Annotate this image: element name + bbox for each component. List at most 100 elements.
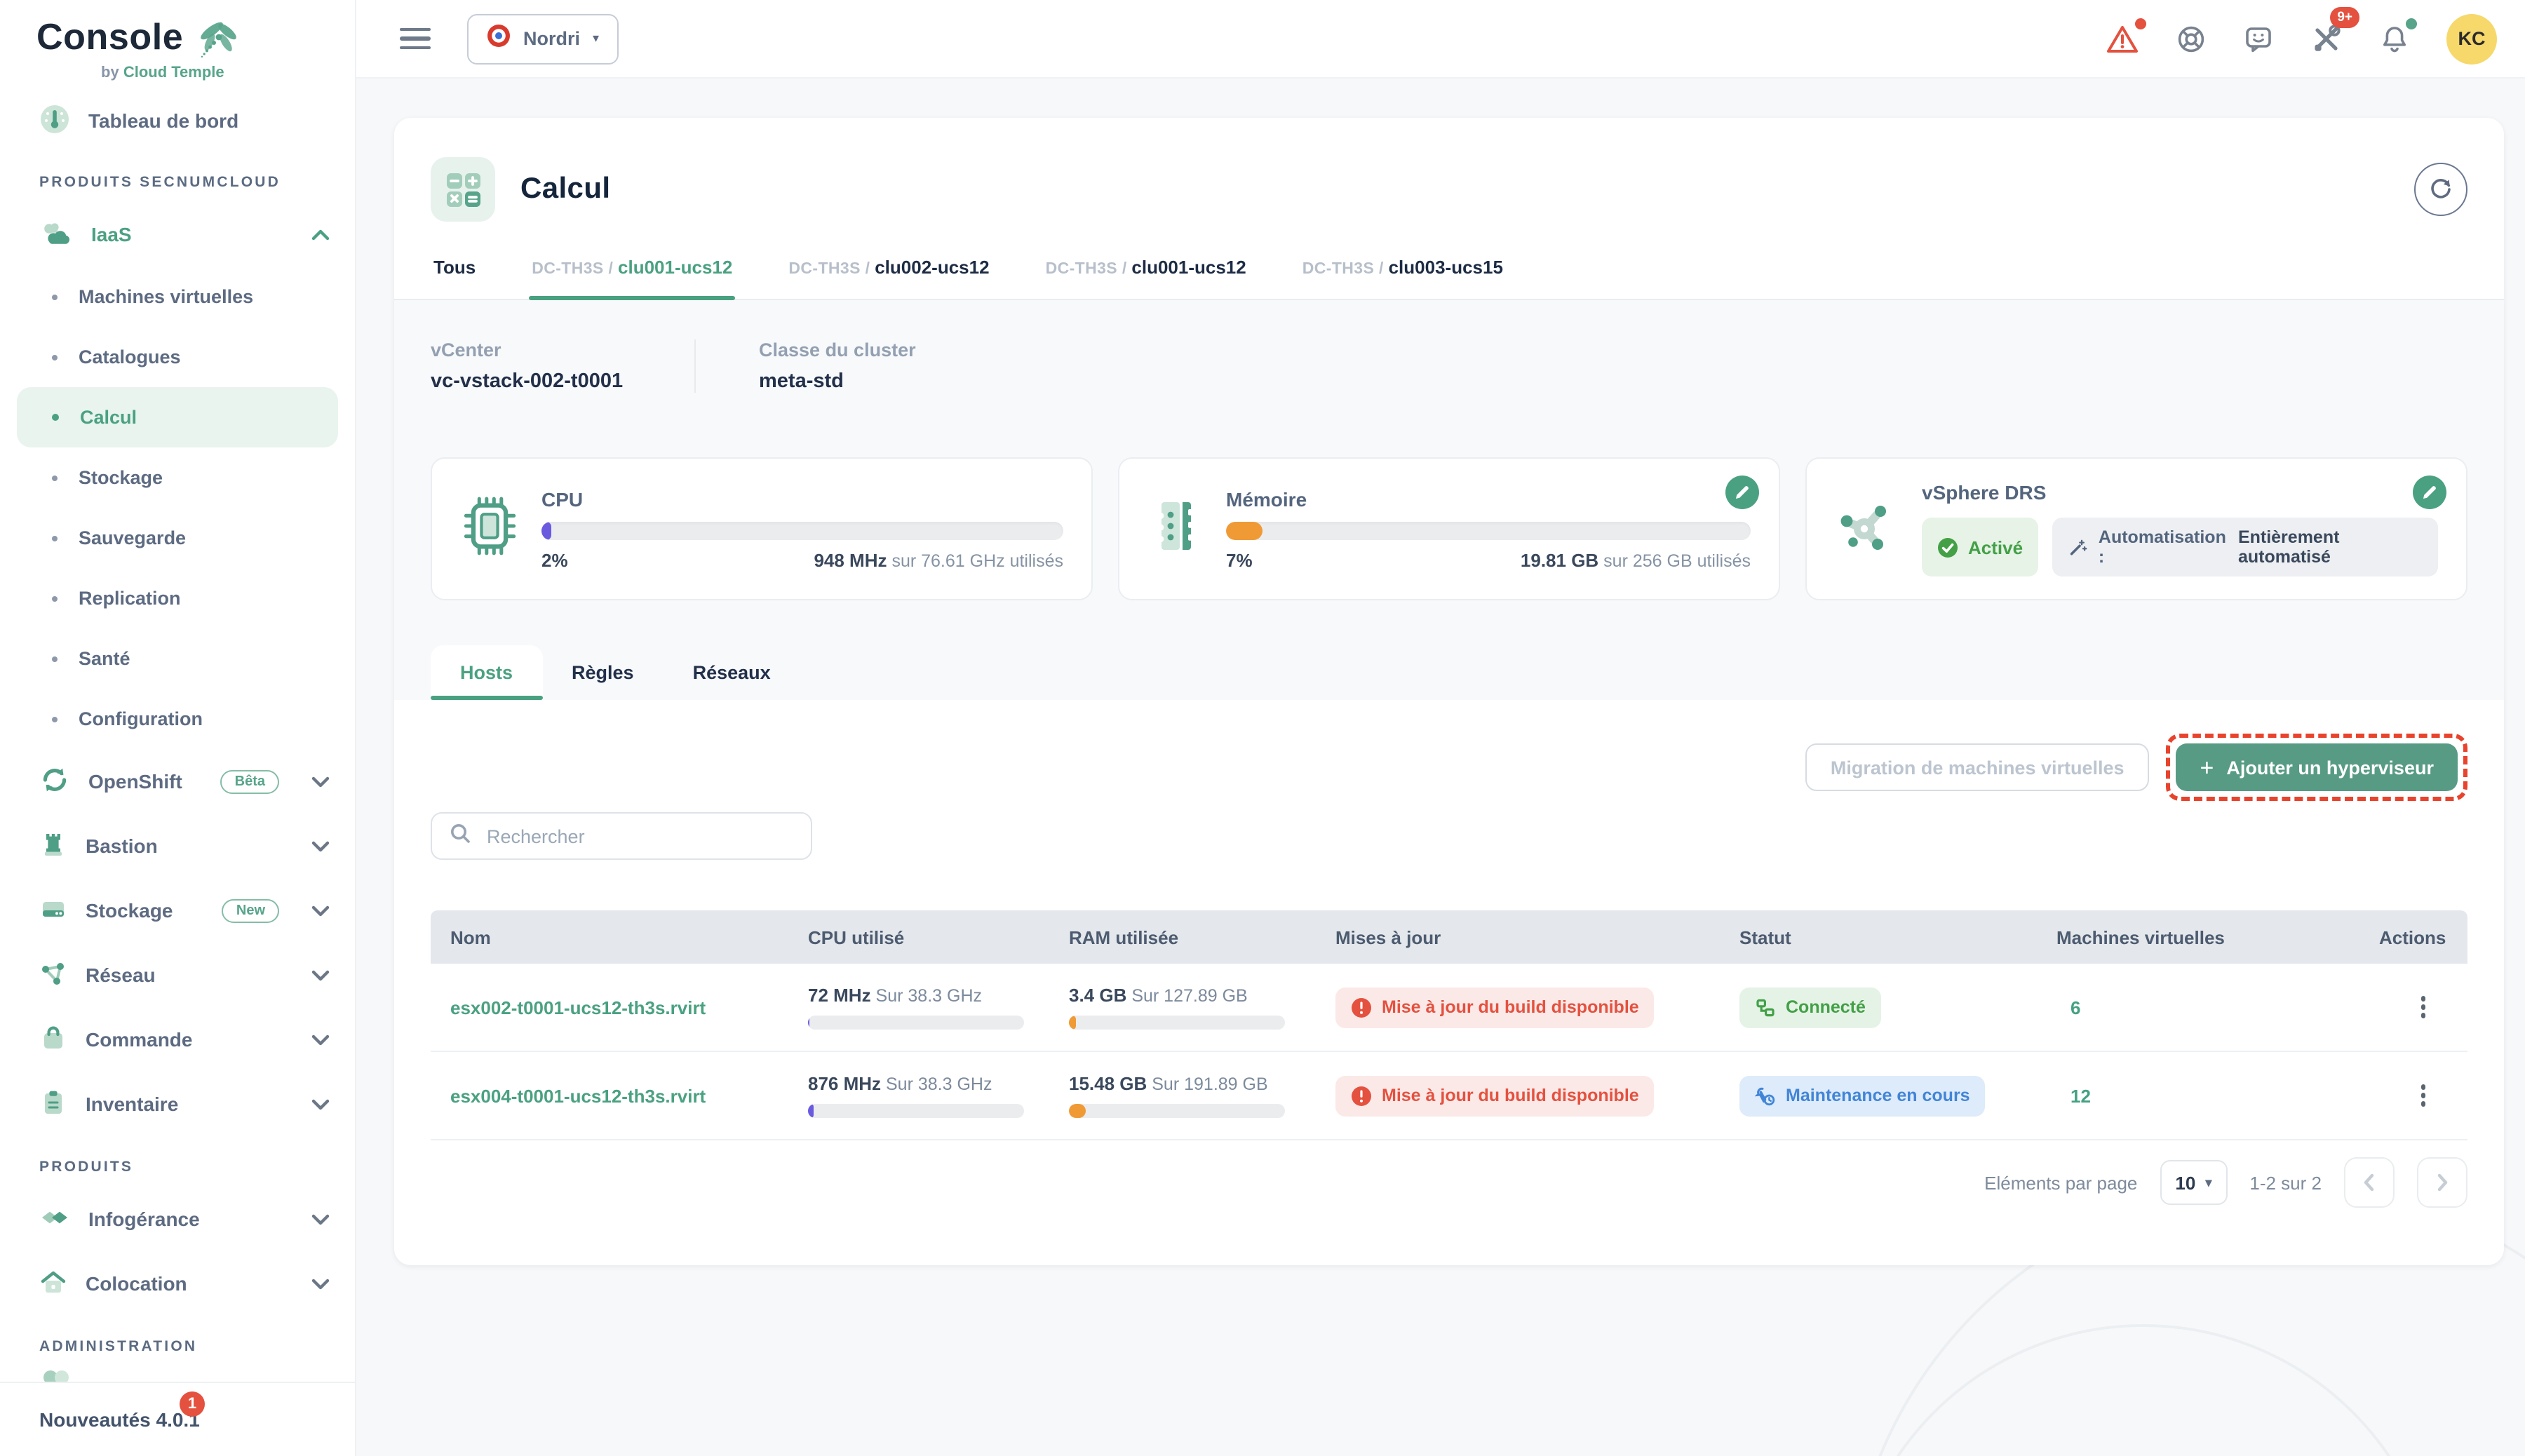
ram-bar [1069, 1016, 1285, 1030]
vm-count[interactable]: 12 [2056, 1085, 2379, 1106]
table-row: esx004-t0001-ucs12-th3s.rvirt 876 MHz Su… [431, 1052, 2467, 1140]
chevron-down-icon[interactable] [311, 969, 330, 981]
cpu-bar [808, 1016, 1024, 1030]
tab-clu001-ucs12[interactable]: DC-TH3S / clu001-ucs12 [529, 241, 735, 299]
row-actions-menu[interactable] [2409, 997, 2437, 1018]
migrate-vms-button[interactable]: Migration de machines virtuelles [1805, 743, 2150, 791]
notifications-button[interactable] [2379, 23, 2410, 54]
next-page-button[interactable] [2417, 1157, 2467, 1208]
sidebar-item-stockage-iaas[interactable]: Stockage [0, 447, 355, 508]
chevron-up-icon[interactable] [311, 228, 330, 241]
calculator-icon [431, 157, 495, 222]
edit-memory-button[interactable] [1725, 476, 1759, 509]
host-name-link[interactable]: esx002-t0001-ucs12-th3s.rvirt [450, 997, 706, 1018]
sidebar-item-infogerance[interactable]: Infogérance [0, 1187, 355, 1251]
divider [694, 339, 696, 393]
clipboard-icon [39, 1088, 67, 1120]
sidebar-item-inventaire[interactable]: Inventaire [0, 1072, 355, 1136]
sidebar-item-stockage[interactable]: Stockage New [0, 878, 355, 943]
whats-new[interactable]: Nouveautés 4.0.1 1 [0, 1382, 355, 1456]
tab-hosts[interactable]: Hosts [431, 645, 542, 700]
sidebar-item-bastion[interactable]: Bastion [0, 814, 355, 878]
cpu-cell: 72 MHz Sur 38.3 GHz [808, 985, 1069, 1030]
support-button[interactable] [2176, 23, 2207, 54]
sidebar-item-configuration[interactable]: Configuration [0, 689, 355, 749]
tools-button[interactable]: 9+ [2310, 22, 2343, 55]
ram-cell: 15.48 GB Sur 191.89 GB [1069, 1073, 1335, 1118]
check-circle-icon [1937, 537, 1958, 558]
avatar[interactable]: KC [2446, 13, 2497, 64]
alert-dot-badge [2135, 18, 2146, 29]
sidebar-item-openshift[interactable]: OpenShift Bêta [0, 749, 355, 814]
sidebar-item-iaas[interactable]: IaaS [0, 202, 355, 267]
drs-automation-badge: Automatisation : Entièrement automatisé [2052, 518, 2438, 577]
cpu-cell: 876 MHz Sur 38.3 GHz [808, 1073, 1069, 1118]
cpu-usage-fill [541, 521, 552, 539]
chevron-down-icon[interactable] [311, 1098, 330, 1110]
refresh-button[interactable] [2414, 163, 2467, 216]
tower-icon [39, 830, 67, 862]
network-icon [39, 959, 67, 991]
sidebar-item-sauvegarde[interactable]: Sauvegarde [0, 508, 355, 568]
alerts-button[interactable] [2106, 23, 2139, 54]
tab-reseaux[interactable]: Réseaux [664, 645, 800, 700]
cocarde-icon [487, 23, 511, 54]
dragonfly-icon [189, 18, 242, 67]
drs-card: vSphere DRS Activé [1805, 457, 2467, 600]
sidebar-item-sante[interactable]: Santé [0, 628, 355, 689]
pagination: Eléments par page 10 ▾ 1-2 sur 2 [431, 1157, 2467, 1208]
cloud-icon [39, 217, 73, 252]
search-icon [449, 821, 471, 851]
chevron-down-icon[interactable] [311, 1213, 330, 1225]
add-hypervisor-button[interactable]: + Ajouter un hyperviseur [2176, 743, 2458, 791]
sidebar-item-label: OpenShift [88, 770, 182, 793]
feedback-button[interactable] [2243, 23, 2274, 54]
chevron-down-icon[interactable] [311, 904, 330, 917]
memory-percent: 7% [1226, 549, 1253, 570]
sidebar-item-label: Sauvegarde [79, 527, 186, 548]
sidebar-item-label: Colocation [86, 1272, 187, 1295]
cpu-usage-bar [541, 521, 1063, 539]
whats-new-label: Nouveautés 4.0.1 [39, 1408, 200, 1431]
sidebar-item-replication[interactable]: Replication [0, 568, 355, 628]
update-badge: Mise à jour du build disponible [1335, 1075, 1655, 1116]
search-box[interactable] [431, 812, 812, 860]
edit-drs-button[interactable] [2413, 476, 2446, 509]
status-badge-connected: Connecté [1739, 987, 1881, 1027]
tab-clu003-ucs15[interactable]: DC-TH3S / clu003-ucs15 [1300, 241, 1506, 299]
sidebar: Console by Cloud [0, 0, 356, 1456]
chevron-down-icon[interactable] [311, 840, 330, 852]
menu-icon[interactable] [400, 22, 431, 55]
sidebar-item-commande[interactable]: Commande [0, 1007, 355, 1072]
gauge-icon [39, 103, 70, 138]
chevron-down-icon[interactable] [311, 1277, 330, 1290]
row-actions-menu[interactable] [2409, 1085, 2437, 1107]
tab-clu001-ucs12-b[interactable]: DC-TH3S / clu001-ucs12 [1043, 241, 1249, 299]
bag-icon [39, 1023, 67, 1056]
chevron-down-icon[interactable] [311, 1033, 330, 1046]
tab-regles[interactable]: Règles [542, 645, 664, 700]
sidebar-item-dashboard[interactable]: Tableau de bord [0, 90, 355, 151]
sidebar-item-catalogues[interactable]: Catalogues [0, 327, 355, 387]
vcenter-label: vCenter [431, 339, 694, 360]
hosts-table: Nom CPU utilisé RAM utilisée Mises à jou… [431, 910, 2467, 1140]
sidebar-item-machines-virtuelles[interactable]: Machines virtuelles [0, 267, 355, 327]
per-page-label: Eléments par page [1984, 1172, 2137, 1193]
app-logo[interactable]: Console by Cloud [0, 0, 355, 87]
vm-count[interactable]: 6 [2056, 997, 2379, 1018]
search-input[interactable] [484, 824, 794, 848]
bullet-icon [52, 595, 58, 601]
prev-page-button[interactable] [2344, 1157, 2395, 1208]
tab-tous[interactable]: Tous [431, 241, 478, 299]
tab-clu002-ucs12[interactable]: DC-TH3S / clu002-ucs12 [786, 241, 992, 299]
sidebar-item-calcul[interactable]: Calcul [17, 387, 338, 447]
host-connected-icon [1755, 997, 1776, 1018]
cluster-class-label: Classe du cluster [759, 339, 916, 360]
host-name-link[interactable]: esx004-t0001-ucs12-th3s.rvirt [450, 1085, 706, 1106]
chevron-down-icon[interactable] [311, 775, 330, 788]
per-page-select[interactable]: 10 ▾ [2160, 1160, 2227, 1205]
tenant-selector[interactable]: Nordri ▾ [467, 13, 619, 64]
sidebar-item-label: Calcul [80, 407, 137, 428]
sidebar-item-reseau[interactable]: Réseau [0, 943, 355, 1007]
sidebar-item-colocation[interactable]: Colocation [0, 1251, 355, 1316]
